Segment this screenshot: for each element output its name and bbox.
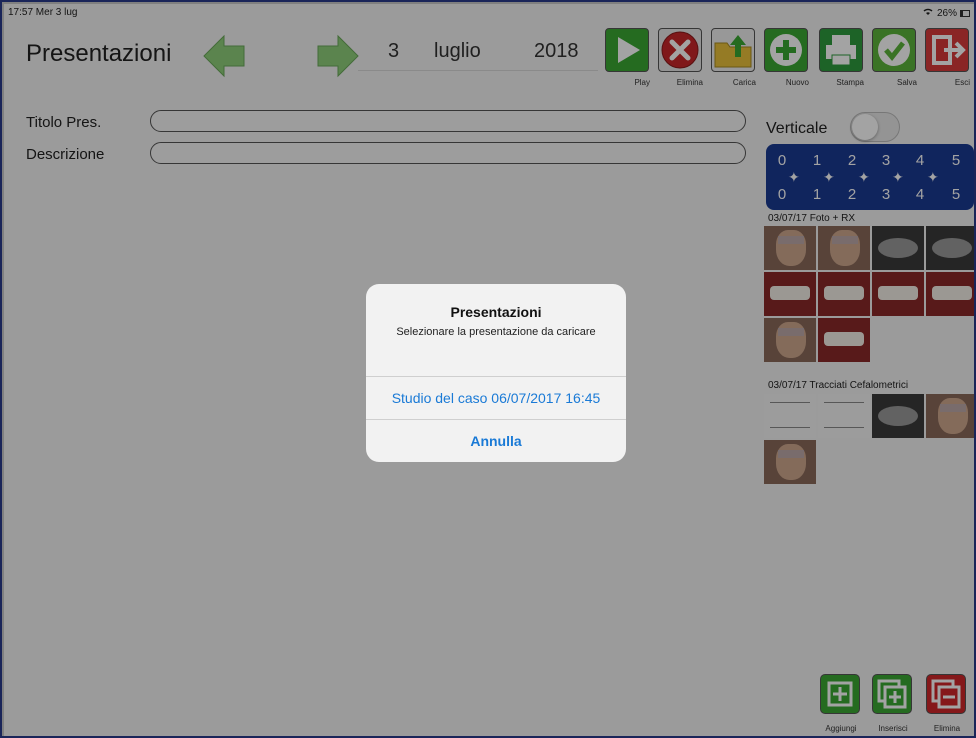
load-presentation-dialog: Presentazioni Selezionare la presentazio…	[366, 284, 626, 462]
cancel-button[interactable]: Annulla	[366, 420, 626, 462]
dialog-title: Presentazioni	[450, 304, 542, 320]
presentation-option-button[interactable]: Studio del caso 06/07/2017 16:45	[366, 377, 626, 419]
dialog-message: Selezionare la presentazione da caricare	[396, 326, 596, 338]
